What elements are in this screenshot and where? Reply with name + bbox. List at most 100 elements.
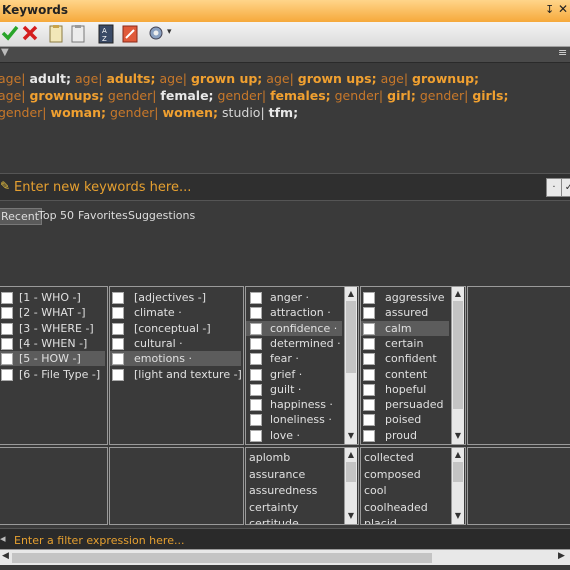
scroll-thumb[interactable] — [453, 462, 463, 482]
checkbox[interactable] — [363, 353, 375, 366]
filter-input[interactable] — [12, 531, 556, 549]
list-item[interactable]: coolheaded — [364, 500, 450, 515]
chevron-down-icon[interactable]: ▾ — [167, 27, 172, 37]
keyword-entry[interactable]: gender| female; — [108, 88, 214, 103]
keyword-entry[interactable]: studio| — [222, 105, 265, 120]
list-item[interactable]: climate · — [110, 305, 241, 320]
scroll-thumb[interactable] — [453, 301, 463, 409]
checkbox[interactable] — [1, 353, 13, 366]
checkbox[interactable] — [250, 383, 262, 396]
list-item[interactable]: emotions · — [110, 351, 241, 367]
list-item[interactable]: content — [361, 367, 449, 382]
keyword-options-button[interactable]: · — [546, 178, 562, 197]
list-item[interactable]: persuaded — [361, 397, 449, 412]
checkbox[interactable] — [363, 399, 375, 412]
checkbox[interactable] — [363, 383, 375, 396]
checkbox[interactable] — [250, 429, 262, 442]
checkbox[interactable] — [1, 322, 13, 335]
keyword-entry[interactable]: age| adults; — [75, 71, 155, 86]
checkbox[interactable] — [363, 292, 375, 304]
list-item[interactable]: confident — [361, 351, 449, 366]
keywords-list[interactable]: age| adult; age| adults; age| grown up; … — [0, 70, 570, 121]
lower-3-scrollbar[interactable]: ▲ ▼ — [344, 448, 357, 524]
list-item[interactable]: assured — [361, 305, 449, 320]
checkbox[interactable] — [363, 322, 375, 335]
checkbox[interactable] — [363, 368, 375, 381]
scroll-up-icon[interactable]: ▲ — [452, 288, 464, 300]
list-item[interactable]: love · — [246, 428, 342, 443]
list-item[interactable]: certainty — [249, 500, 343, 515]
checkbox[interactable] — [1, 307, 13, 320]
new-keyword-input[interactable] — [12, 177, 546, 197]
list-item[interactable]: calm — [361, 320, 449, 336]
keyword-entry[interactable]: gender| girl; — [335, 88, 416, 103]
checkbox[interactable] — [1, 368, 13, 381]
scroll-right-icon[interactable]: ▶ — [558, 551, 565, 561]
menu-icon[interactable]: ≡ — [558, 46, 567, 59]
list-item[interactable]: certitude — [249, 516, 343, 524]
list-item[interactable]: [3 - WHERE -] — [0, 321, 105, 336]
keywords-text-area[interactable]: age| adult; age| adults; age| grown up; … — [0, 63, 570, 173]
tab-favorites[interactable]: Favorites — [76, 208, 130, 223]
panel-3-scrollbar[interactable]: ▲ ▼ — [344, 287, 357, 444]
checkbox[interactable] — [250, 368, 262, 381]
list-item[interactable]: [6 - File Type -] — [0, 367, 105, 382]
list-item[interactable]: assurance — [249, 467, 343, 482]
panel-4-scrollbar[interactable]: ▲ ▼ — [451, 287, 464, 444]
keyword-entry[interactable]: gender| women; — [110, 105, 218, 120]
checkbox[interactable] — [250, 322, 262, 335]
checkbox[interactable] — [112, 368, 124, 381]
keyword-entry[interactable]: age| adult; — [0, 71, 71, 86]
lower-4-scrollbar[interactable]: ▲ ▼ — [451, 448, 464, 524]
list-item[interactable]: cool — [364, 483, 450, 498]
list-item[interactable]: guilt · — [246, 382, 342, 397]
checkbox[interactable] — [363, 337, 375, 350]
sort-icon[interactable]: AZ — [96, 24, 116, 44]
checkbox[interactable] — [112, 337, 124, 350]
keyword-entry[interactable]: gender| girls; — [420, 88, 509, 103]
list-item[interactable]: [4 - WHEN -] — [0, 336, 105, 351]
list-item[interactable]: grief · — [246, 367, 342, 382]
list-item[interactable]: hopeful — [361, 382, 449, 397]
checkbox[interactable] — [112, 292, 124, 304]
list-item[interactable]: poised — [361, 412, 449, 427]
checkbox[interactable] — [363, 414, 375, 427]
checkbox[interactable] — [250, 337, 262, 350]
checkbox[interactable] — [112, 322, 124, 335]
list-item[interactable]: [1 - WHO -] — [0, 290, 105, 305]
list-item[interactable]: anger · — [246, 290, 342, 305]
scroll-down-icon[interactable]: ▼ — [345, 510, 357, 522]
scroll-thumb[interactable] — [346, 301, 356, 373]
keyword-entry[interactable]: gender| females; — [218, 88, 331, 103]
keyword-accept-button[interactable]: ✓ — [561, 178, 570, 197]
list-item[interactable]: attraction · — [246, 305, 342, 320]
keyword-entry[interactable]: gender| woman; — [0, 105, 106, 120]
scroll-thumb[interactable] — [12, 553, 432, 563]
checkbox[interactable] — [363, 307, 375, 320]
close-icon[interactable]: ✕ — [558, 2, 568, 16]
checkbox[interactable] — [250, 414, 262, 427]
list-item[interactable]: cultural · — [110, 336, 241, 351]
checkbox[interactable] — [1, 337, 13, 350]
list-item[interactable]: [adjectives -] — [110, 290, 241, 305]
tab-top-50[interactable]: Top 50 — [36, 208, 76, 223]
list-item[interactable]: assuredness — [249, 483, 343, 498]
pin-icon[interactable]: ↧ — [545, 3, 554, 16]
list-item[interactable]: placid — [364, 516, 450, 524]
list-item[interactable]: proud — [361, 428, 449, 443]
scroll-thumb[interactable] — [346, 462, 356, 482]
list-item[interactable]: aggressive — [361, 290, 449, 305]
list-item[interactable]: happiness · — [246, 397, 342, 412]
clipboard-icon[interactable] — [68, 24, 88, 44]
list-item[interactable]: [5 - HOW -] — [0, 351, 105, 367]
scroll-up-icon[interactable]: ▲ — [452, 449, 464, 461]
scroll-down-icon[interactable]: ▼ — [345, 430, 357, 442]
keyword-entry[interactable]: age| grown ups; — [266, 71, 376, 86]
list-item[interactable]: [2 - WHAT -] — [0, 305, 105, 320]
scroll-up-icon[interactable]: ▲ — [345, 288, 357, 300]
list-item[interactable]: confidence · — [246, 320, 342, 336]
keyword-entry[interactable]: age| grownup; — [381, 71, 479, 86]
checkbox[interactable] — [250, 307, 262, 320]
collapse-icon[interactable]: ▼ — [1, 47, 9, 58]
keyword-entry[interactable]: age| grownups; — [0, 88, 104, 103]
